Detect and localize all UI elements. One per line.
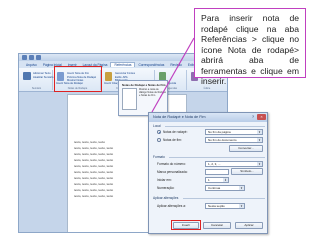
cancel-button[interactable]: Cancelar <box>203 222 231 229</box>
footnote-location-select[interactable]: No fim da página ▾ <box>205 129 263 135</box>
endnote-location-select[interactable]: No fim do documento ▾ <box>205 137 263 143</box>
callout-text: Para inserir nota de rodapé clique na ab… <box>201 13 299 86</box>
location-section-label: Local <box>153 124 161 128</box>
numbering-select[interactable]: Contínua ▾ <box>205 185 245 191</box>
group-label: Sumário <box>31 87 42 90</box>
custom-mark-label: Marca personalizada: <box>157 170 188 174</box>
tab-arquivo[interactable]: Arquivo <box>23 63 40 67</box>
tooltip-preview-image <box>122 88 137 110</box>
apply-to-select[interactable]: Nesta seção ▾ <box>205 203 245 209</box>
chevron-down-icon: ▾ <box>257 162 262 166</box>
add-text-button[interactable]: Adicionar Texto <box>33 72 51 75</box>
document-text: texto, texto, texto, texto texto, texto,… <box>74 139 114 199</box>
tab-referencias[interactable]: Referências <box>110 62 136 67</box>
symbol-button[interactable]: Símbolo... <box>231 168 263 175</box>
tooltip: Notas de Rodapé e Notas de Fim Mostrar a… <box>118 80 168 116</box>
footnote-location-value: No fim da página <box>208 130 231 134</box>
text-line: texto, texto, texto, texto, texto <box>74 194 114 198</box>
save-icon[interactable] <box>22 55 27 60</box>
apply-button[interactable]: Aplicar <box>235 222 263 229</box>
tab-revisao[interactable]: Revisão <box>167 63 185 67</box>
convert-button[interactable]: Converter... <box>229 145 263 152</box>
start-at-value: 1 <box>208 178 210 182</box>
endnotes-radio[interactable] <box>157 138 161 142</box>
custom-mark-input[interactable] <box>205 169 229 175</box>
divider <box>165 126 265 127</box>
group-label: Índice <box>203 87 211 90</box>
highlight-insert-button <box>171 220 201 230</box>
highlight-footnote-group <box>54 66 102 92</box>
footnote-dialog: Nota de Rodapé e Nota de Fim ? × Local N… <box>148 112 268 234</box>
update-toc-button[interactable]: Atualizar Sumário <box>33 76 53 79</box>
numbering-label: Numeração: <box>157 186 175 190</box>
chevron-down-icon: ▾ <box>257 130 262 134</box>
spinner-icon[interactable]: ⇕ <box>223 178 228 182</box>
redo-icon[interactable] <box>36 55 41 60</box>
tooltip-title: Notas de Rodapé e Notas de Fim <box>122 83 166 87</box>
chevron-down-icon: ▾ <box>257 138 262 142</box>
apply-to-value: Nesta seção <box>208 204 225 208</box>
endnotes-label: Notas de fim: <box>163 138 182 142</box>
table-of-contents-icon[interactable] <box>23 72 31 80</box>
number-format-label: Formato do número: <box>157 162 186 166</box>
apply-changes-section-label: Aplicar alterações <box>153 196 179 200</box>
close-button[interactable]: × <box>257 114 266 120</box>
undo-icon[interactable] <box>29 55 34 60</box>
divider <box>169 157 265 158</box>
chevron-down-icon: ▾ <box>239 204 244 208</box>
chevron-down-icon: ▾ <box>239 186 244 190</box>
apply-to-label: Aplicar alterações a: <box>157 204 186 208</box>
start-at-label: Iniciar em: <box>157 178 172 182</box>
tooltip-text: Mostrar a caixa de diálogo Notas de Roda… <box>139 88 166 97</box>
number-format-value: 1, 2, 3, ... <box>208 162 221 166</box>
endnote-location-value: No fim do documento <box>208 138 237 142</box>
help-button[interactable]: ? <box>250 114 256 120</box>
divider <box>183 198 265 199</box>
start-at-stepper[interactable]: 1 ⇕ <box>205 177 229 183</box>
footnotes-radio[interactable] <box>157 130 161 134</box>
footnotes-label: Notas de rodapé: <box>163 130 188 134</box>
instruction-callout: Para inserir nota de rodapé clique na ab… <box>194 8 306 86</box>
numbering-value: Contínua <box>208 186 221 190</box>
group-sumario: Adicionar Texto Atualizar Sumário Sumári… <box>21 70 53 90</box>
number-format-select[interactable]: 1, 2, 3, ... ▾ <box>205 161 263 167</box>
insert-citation-icon[interactable] <box>105 72 112 81</box>
tab-correspondencias[interactable]: Correspondências <box>135 63 167 67</box>
format-section-label: Formato <box>153 155 165 159</box>
